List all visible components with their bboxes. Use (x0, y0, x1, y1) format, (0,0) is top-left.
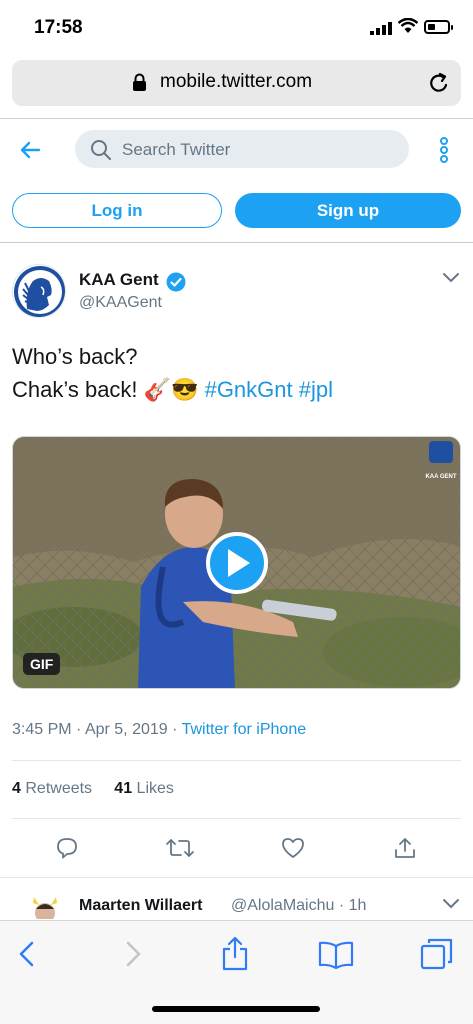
bookmarks-icon[interactable] (318, 941, 354, 969)
search-placeholder[interactable]: Search Twitter (122, 140, 230, 160)
reply-author-handle[interactable]: @AlolaMaichu · 1h (231, 897, 366, 915)
retweets-stat[interactable]: 4 Retweets (12, 780, 92, 797)
hashtag-link[interactable]: #GnkGnt (205, 377, 293, 402)
like-icon[interactable] (281, 836, 305, 860)
url-text[interactable]: mobile.twitter.com (160, 71, 312, 93)
author-name[interactable]: KAA Gent (79, 270, 159, 290)
tweet-line-2-text: Chak’s back! (12, 377, 144, 402)
chevron-down-icon[interactable] (442, 272, 460, 284)
reply-icon[interactable] (55, 836, 79, 860)
emoji-guitar-sunglasses: 🎸😎 (143, 377, 199, 402)
divider (0, 242, 473, 243)
divider (0, 118, 473, 119)
lock-icon (133, 73, 146, 91)
reply-author-name[interactable]: Maarten Willaert (79, 897, 202, 915)
play-icon[interactable] (206, 532, 268, 594)
tweet-meta: 3:45 PM · Apr 5, 2019 · Twitter for iPho… (12, 721, 307, 738)
gif-media[interactable]: KAA GENT (12, 436, 461, 689)
share-icon[interactable] (393, 836, 417, 860)
signal-icon (370, 22, 392, 35)
author-handle[interactable]: @KAAGent (79, 294, 162, 312)
tweet-line-1: Who’s back? (12, 344, 138, 369)
tweet-source[interactable]: Twitter for iPhone (182, 721, 307, 738)
safari-forward-icon[interactable] (124, 941, 142, 967)
safari-back-icon[interactable] (18, 941, 36, 967)
more-icon[interactable] (438, 136, 450, 164)
media-watermark: KAA GENT (425, 474, 456, 480)
battery-nub (451, 25, 453, 30)
tweet-stats: 4 Retweets 41 Likes (12, 780, 174, 798)
back-arrow-icon[interactable] (18, 138, 42, 162)
tweet-date[interactable]: Apr 5, 2019 (85, 721, 168, 738)
login-button[interactable]: Log in (12, 193, 222, 228)
reload-icon[interactable] (428, 71, 450, 95)
divider (12, 818, 461, 819)
wifi-icon (398, 18, 418, 33)
likes-stat[interactable]: 41 Likes (114, 780, 174, 797)
tabs-icon[interactable] (420, 937, 454, 971)
reply-avatar[interactable] (30, 897, 60, 919)
verified-icon (166, 272, 186, 292)
status-time: 17:58 (34, 17, 83, 38)
divider (12, 760, 461, 761)
retweet-icon[interactable] (165, 836, 195, 860)
hashtag-link[interactable]: #jpl (299, 377, 333, 402)
safari-share-icon[interactable] (221, 935, 249, 971)
divider (0, 877, 473, 878)
search-icon (91, 140, 111, 160)
tweet-text: Who’s back? Chak’s back! 🎸😎 #GnkGnt #jpl (12, 340, 333, 406)
home-indicator (152, 1006, 320, 1012)
tweet-line-2: Chak’s back! 🎸😎 #GnkGnt #jpl (12, 373, 333, 406)
tweet-time: 3:45 PM (12, 721, 72, 738)
battery-icon (424, 20, 450, 34)
avatar[interactable] (12, 264, 66, 318)
gif-badge: GIF (23, 653, 61, 675)
signup-button[interactable]: Sign up (235, 193, 461, 228)
chevron-down-icon[interactable] (442, 898, 460, 910)
